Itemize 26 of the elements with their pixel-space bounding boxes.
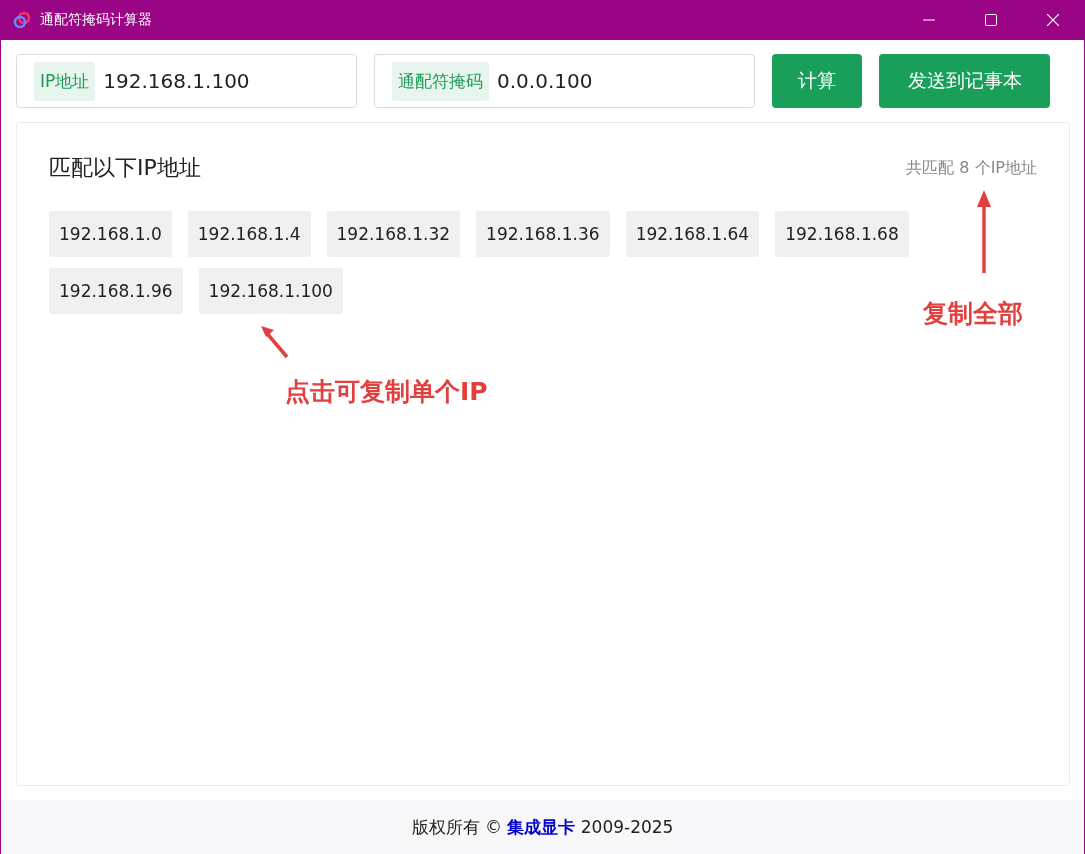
close-icon — [1047, 14, 1059, 26]
ip-chip[interactable]: 192.168.1.96 — [49, 268, 183, 314]
ip-chip[interactable]: 192.168.1.68 — [775, 211, 909, 257]
ip-chip[interactable]: 192.168.1.4 — [187, 211, 311, 257]
input-field[interactable]: 0.0.0.100 — [495, 68, 746, 94]
ip-chip[interactable]: 192.168.1.32 — [326, 211, 461, 257]
match-count-link[interactable]: 共匹配 8 个IP地址 — [906, 157, 1037, 179]
ip-chip[interactable]: 192.168.1.36 — [476, 211, 610, 257]
results-heading: 匹配以下IP地址 — [49, 154, 201, 182]
window-title: 通配符掩码计算器 — [40, 11, 153, 29]
ip-chip[interactable]: 192.168.1.64 — [625, 211, 760, 257]
field-label: 通配符掩码 — [392, 61, 489, 101]
minimize-icon — [923, 19, 935, 21]
ip-chip[interactable]: 192.168.1.100 — [198, 268, 343, 314]
input-field[interactable]: 192.168.1.100 — [101, 68, 348, 94]
maximize-icon — [985, 14, 997, 26]
ip-chip[interactable]: 192.168.1.0 — [49, 211, 172, 257]
field-label: IP地址 — [34, 61, 96, 101]
annotation-arrow — [259, 323, 291, 361]
author-link[interactable]: 集成显卡 — [507, 816, 576, 837]
annotation-text: 复制全部 — [923, 298, 1023, 330]
input-group[interactable]: IP地址 192.168.1.100 — [16, 54, 357, 108]
app-logo-icon — [13, 11, 31, 29]
input-group[interactable]: 通配符掩码 0.0.0.100 — [374, 54, 755, 108]
annotation-text: 点击可复制单个IP — [285, 376, 488, 408]
copyright-text: 版权所有 © 集成显卡 2009-2025 — [411, 815, 674, 839]
